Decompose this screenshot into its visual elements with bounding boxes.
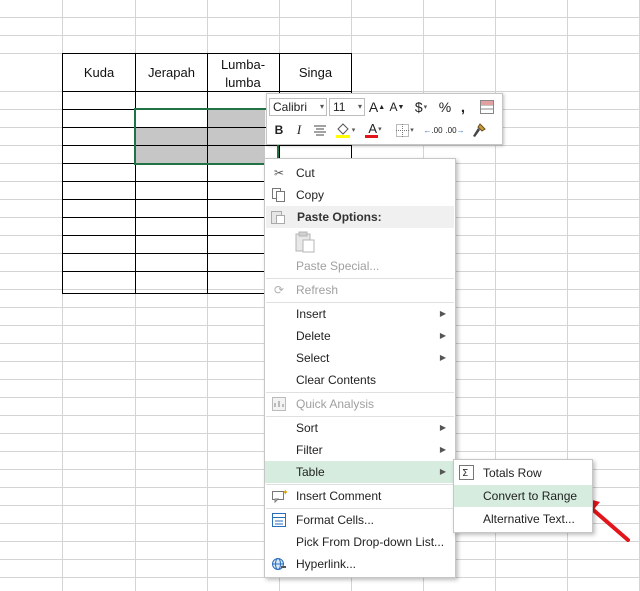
menu-item-paste-special[interactable]: Paste Special...	[265, 255, 455, 277]
selected-cell	[136, 146, 207, 164]
menu-item-copy[interactable]: Copy	[265, 184, 455, 206]
menu-item-format-cells[interactable]: Format Cells...	[265, 509, 455, 531]
clipboard-icon	[271, 209, 285, 227]
refresh-icon: ⟳	[273, 283, 285, 297]
menu-item-insert[interactable]: Insert ▶	[265, 303, 455, 325]
italic-icon: I	[296, 122, 302, 137]
menu-item-quick-analysis[interactable]: Quick Analysis	[265, 393, 455, 415]
header-jerapah: Jerapah	[148, 65, 195, 80]
decrease-decimal-button[interactable]: .00 →	[445, 121, 465, 139]
font-color-bar	[364, 135, 378, 138]
align-center-icon	[314, 125, 326, 136]
fill-color-button[interactable]: ▾	[333, 121, 357, 139]
selected-cell	[208, 110, 265, 128]
format-painter-icon	[472, 122, 486, 137]
menu-item-refresh[interactable]: ⟳ Refresh	[265, 279, 455, 301]
font-size-box[interactable]: 11 ▾	[329, 98, 365, 116]
increase-decimal-button[interactable]: ← .00	[423, 121, 443, 139]
context-menu: ✂ Cut Copy Paste Options: Paste Special.…	[264, 158, 456, 578]
paste-options-header: Paste Options:	[266, 206, 454, 228]
center-align-button[interactable]	[311, 121, 329, 139]
font-color-icon: A	[368, 121, 378, 136]
header-kuda: Kuda	[83, 65, 115, 80]
grow-font-button[interactable]: A ▲	[368, 98, 386, 116]
shrink-font-icon: A	[389, 100, 398, 114]
currency-button[interactable]: $ ▾	[409, 98, 433, 116]
table-format-icon	[480, 100, 494, 114]
menu-item-insert-comment[interactable]: ✦ Insert Comment	[265, 485, 455, 507]
chevron-down-icon: ▾	[357, 102, 362, 111]
submenu-item-convert-to-range[interactable]: Convert to Range	[454, 485, 592, 507]
mini-toolbar: Calibri ▾ 11 ▾ A ▲ A ▼ $ ▾ % , B I ▾ A ▾ ▾ ←…	[266, 93, 503, 145]
scissors-icon: ✂	[273, 166, 285, 180]
menu-item-cut[interactable]: ✂ Cut	[265, 162, 455, 184]
header-singa: Singa	[298, 65, 333, 80]
selected-cell	[136, 128, 207, 146]
comma-icon: ,	[460, 98, 466, 116]
submenu-item-totals-row[interactable]: Σ Totals Row	[454, 462, 592, 484]
quick-analysis-icon	[271, 396, 287, 412]
menu-item-pick-from-list[interactable]: Pick From Drop-down List...	[265, 531, 455, 553]
grow-font-icon: A	[368, 99, 379, 115]
submenu-arrow-icon: ▶	[439, 467, 446, 476]
dollar-icon: $	[414, 99, 423, 115]
paste-icon	[295, 231, 315, 253]
chevron-down-icon: ▾	[319, 102, 324, 111]
font-name-box[interactable]: Calibri ▾	[269, 98, 327, 116]
menu-item-hyperlink[interactable]: Hyperlink...	[265, 553, 455, 575]
selected-cell	[208, 128, 265, 146]
menu-item-delete[interactable]: Delete ▶	[265, 325, 455, 347]
hyperlink-icon	[271, 556, 287, 572]
percent-icon: %	[438, 99, 452, 115]
menu-item-select[interactable]: Select ▶	[265, 347, 455, 369]
format-as-table-button[interactable]	[478, 98, 496, 116]
format-cells-icon	[271, 512, 287, 528]
svg-text:Σ: Σ	[462, 468, 468, 479]
borders-button[interactable]: ▾	[393, 121, 417, 139]
submenu-arrow-icon: ▶	[439, 309, 446, 318]
paste-option-button[interactable]	[293, 229, 317, 255]
shrink-font-button[interactable]: A ▼	[388, 98, 406, 116]
menu-item-table[interactable]: Table ▶	[265, 461, 455, 483]
submenu-item-alternative-text[interactable]: Alternative Text...	[454, 508, 592, 530]
menu-item-clear-contents[interactable]: Clear Contents	[265, 369, 455, 391]
comma-style-button[interactable]: ,	[455, 98, 471, 116]
increase-decimal-icon: .00	[431, 125, 443, 135]
menu-item-sort[interactable]: Sort ▶	[265, 417, 455, 439]
bold-button[interactable]: B	[271, 121, 287, 139]
submenu-arrow-icon: ▶	[439, 353, 446, 362]
header-lumba-lumba: Lumba- lumba	[220, 57, 266, 90]
copy-icon	[271, 187, 287, 203]
menu-item-filter[interactable]: Filter ▶	[265, 439, 455, 461]
submenu-arrow-icon: ▶	[439, 445, 446, 454]
format-painter-button[interactable]	[469, 121, 487, 139]
selected-cell	[208, 146, 265, 164]
font-size-value: 11	[333, 100, 346, 114]
paint-bucket-icon	[335, 123, 350, 138]
percent-button[interactable]: %	[437, 98, 453, 116]
svg-text:✦: ✦	[282, 489, 287, 497]
italic-button[interactable]: I	[291, 121, 307, 139]
submenu-arrow-icon: ▶	[439, 423, 446, 432]
new-comment-icon: ✦	[271, 488, 287, 504]
sum-icon: Σ	[459, 465, 474, 480]
font-name-value: Calibri	[273, 100, 308, 114]
submenu-arrow-icon: ▶	[439, 331, 446, 340]
decrease-decimal-icon: .00	[445, 125, 457, 135]
borders-icon	[396, 123, 410, 137]
bold-icon: B	[274, 123, 284, 137]
font-color-button[interactable]: A ▾	[363, 121, 387, 139]
table-submenu: Σ Totals Row Convert to Range Alternativ…	[453, 459, 593, 533]
